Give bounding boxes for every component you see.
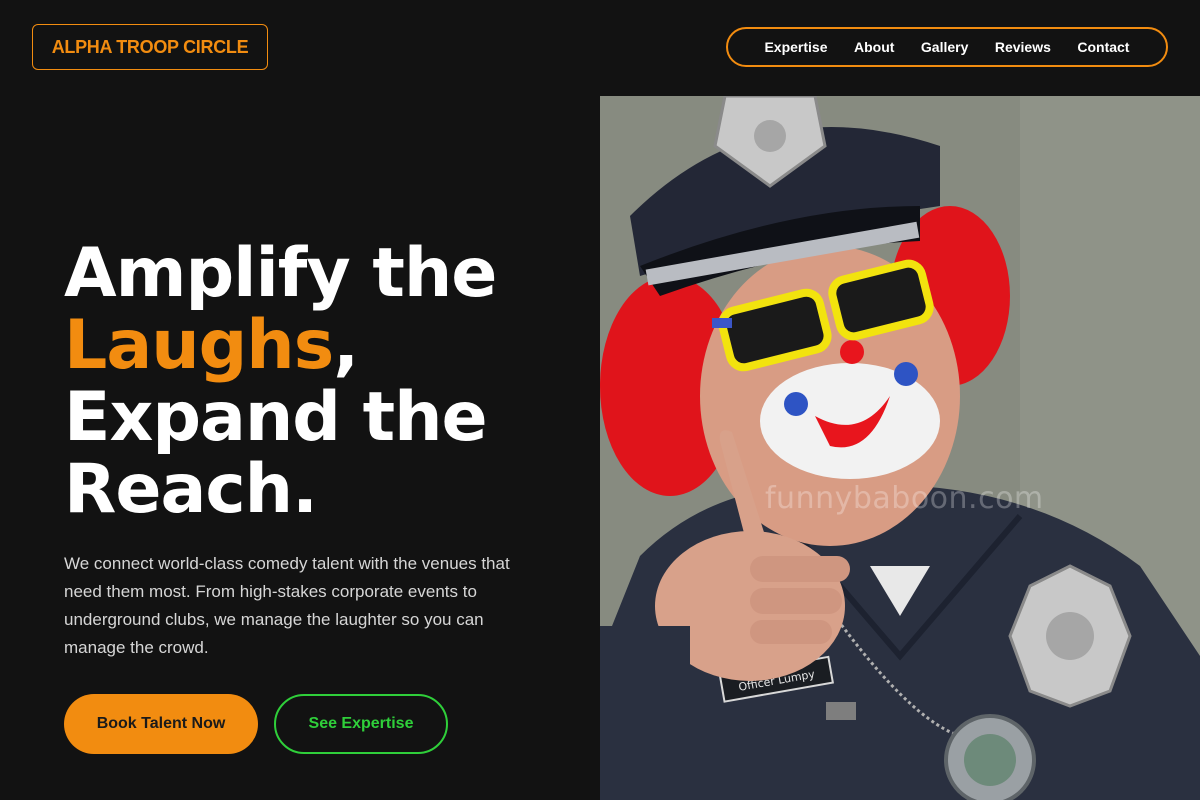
logo[interactable]: ALPHA TROOP CIRCLE — [32, 24, 268, 70]
see-expertise-button[interactable]: See Expertise — [274, 694, 448, 754]
hero-title-accent: Laughs — [64, 306, 334, 385]
image-watermark: funnybaboon.com — [765, 481, 1044, 516]
hero-title-line4: Reach. — [64, 450, 318, 529]
hero-title-line3: Expand the — [64, 378, 488, 457]
hero-description: We connect world-class comedy talent wit… — [64, 554, 510, 657]
hero-title: Amplify the Laughs, Expand the Reach. — [64, 238, 584, 526]
main-nav: Expertise About Gallery Reviews Contact — [726, 27, 1168, 67]
hero-title-comma: , — [333, 306, 359, 385]
hero-title-line1: Amplify the — [64, 234, 497, 313]
nav-link-about[interactable]: About — [854, 39, 894, 55]
nav-link-contact[interactable]: Contact — [1077, 39, 1129, 55]
book-talent-button[interactable]: Book Talent Now — [64, 694, 258, 754]
photo-clown-officer: Officer Lumpy — [600, 96, 1200, 800]
nav-link-gallery[interactable]: Gallery — [921, 39, 968, 55]
nav-link-expertise[interactable]: Expertise — [764, 39, 827, 55]
hero-photo: Officer Lumpy funnybaboon.com — [600, 96, 1200, 800]
nav-link-reviews[interactable]: Reviews — [995, 39, 1051, 55]
